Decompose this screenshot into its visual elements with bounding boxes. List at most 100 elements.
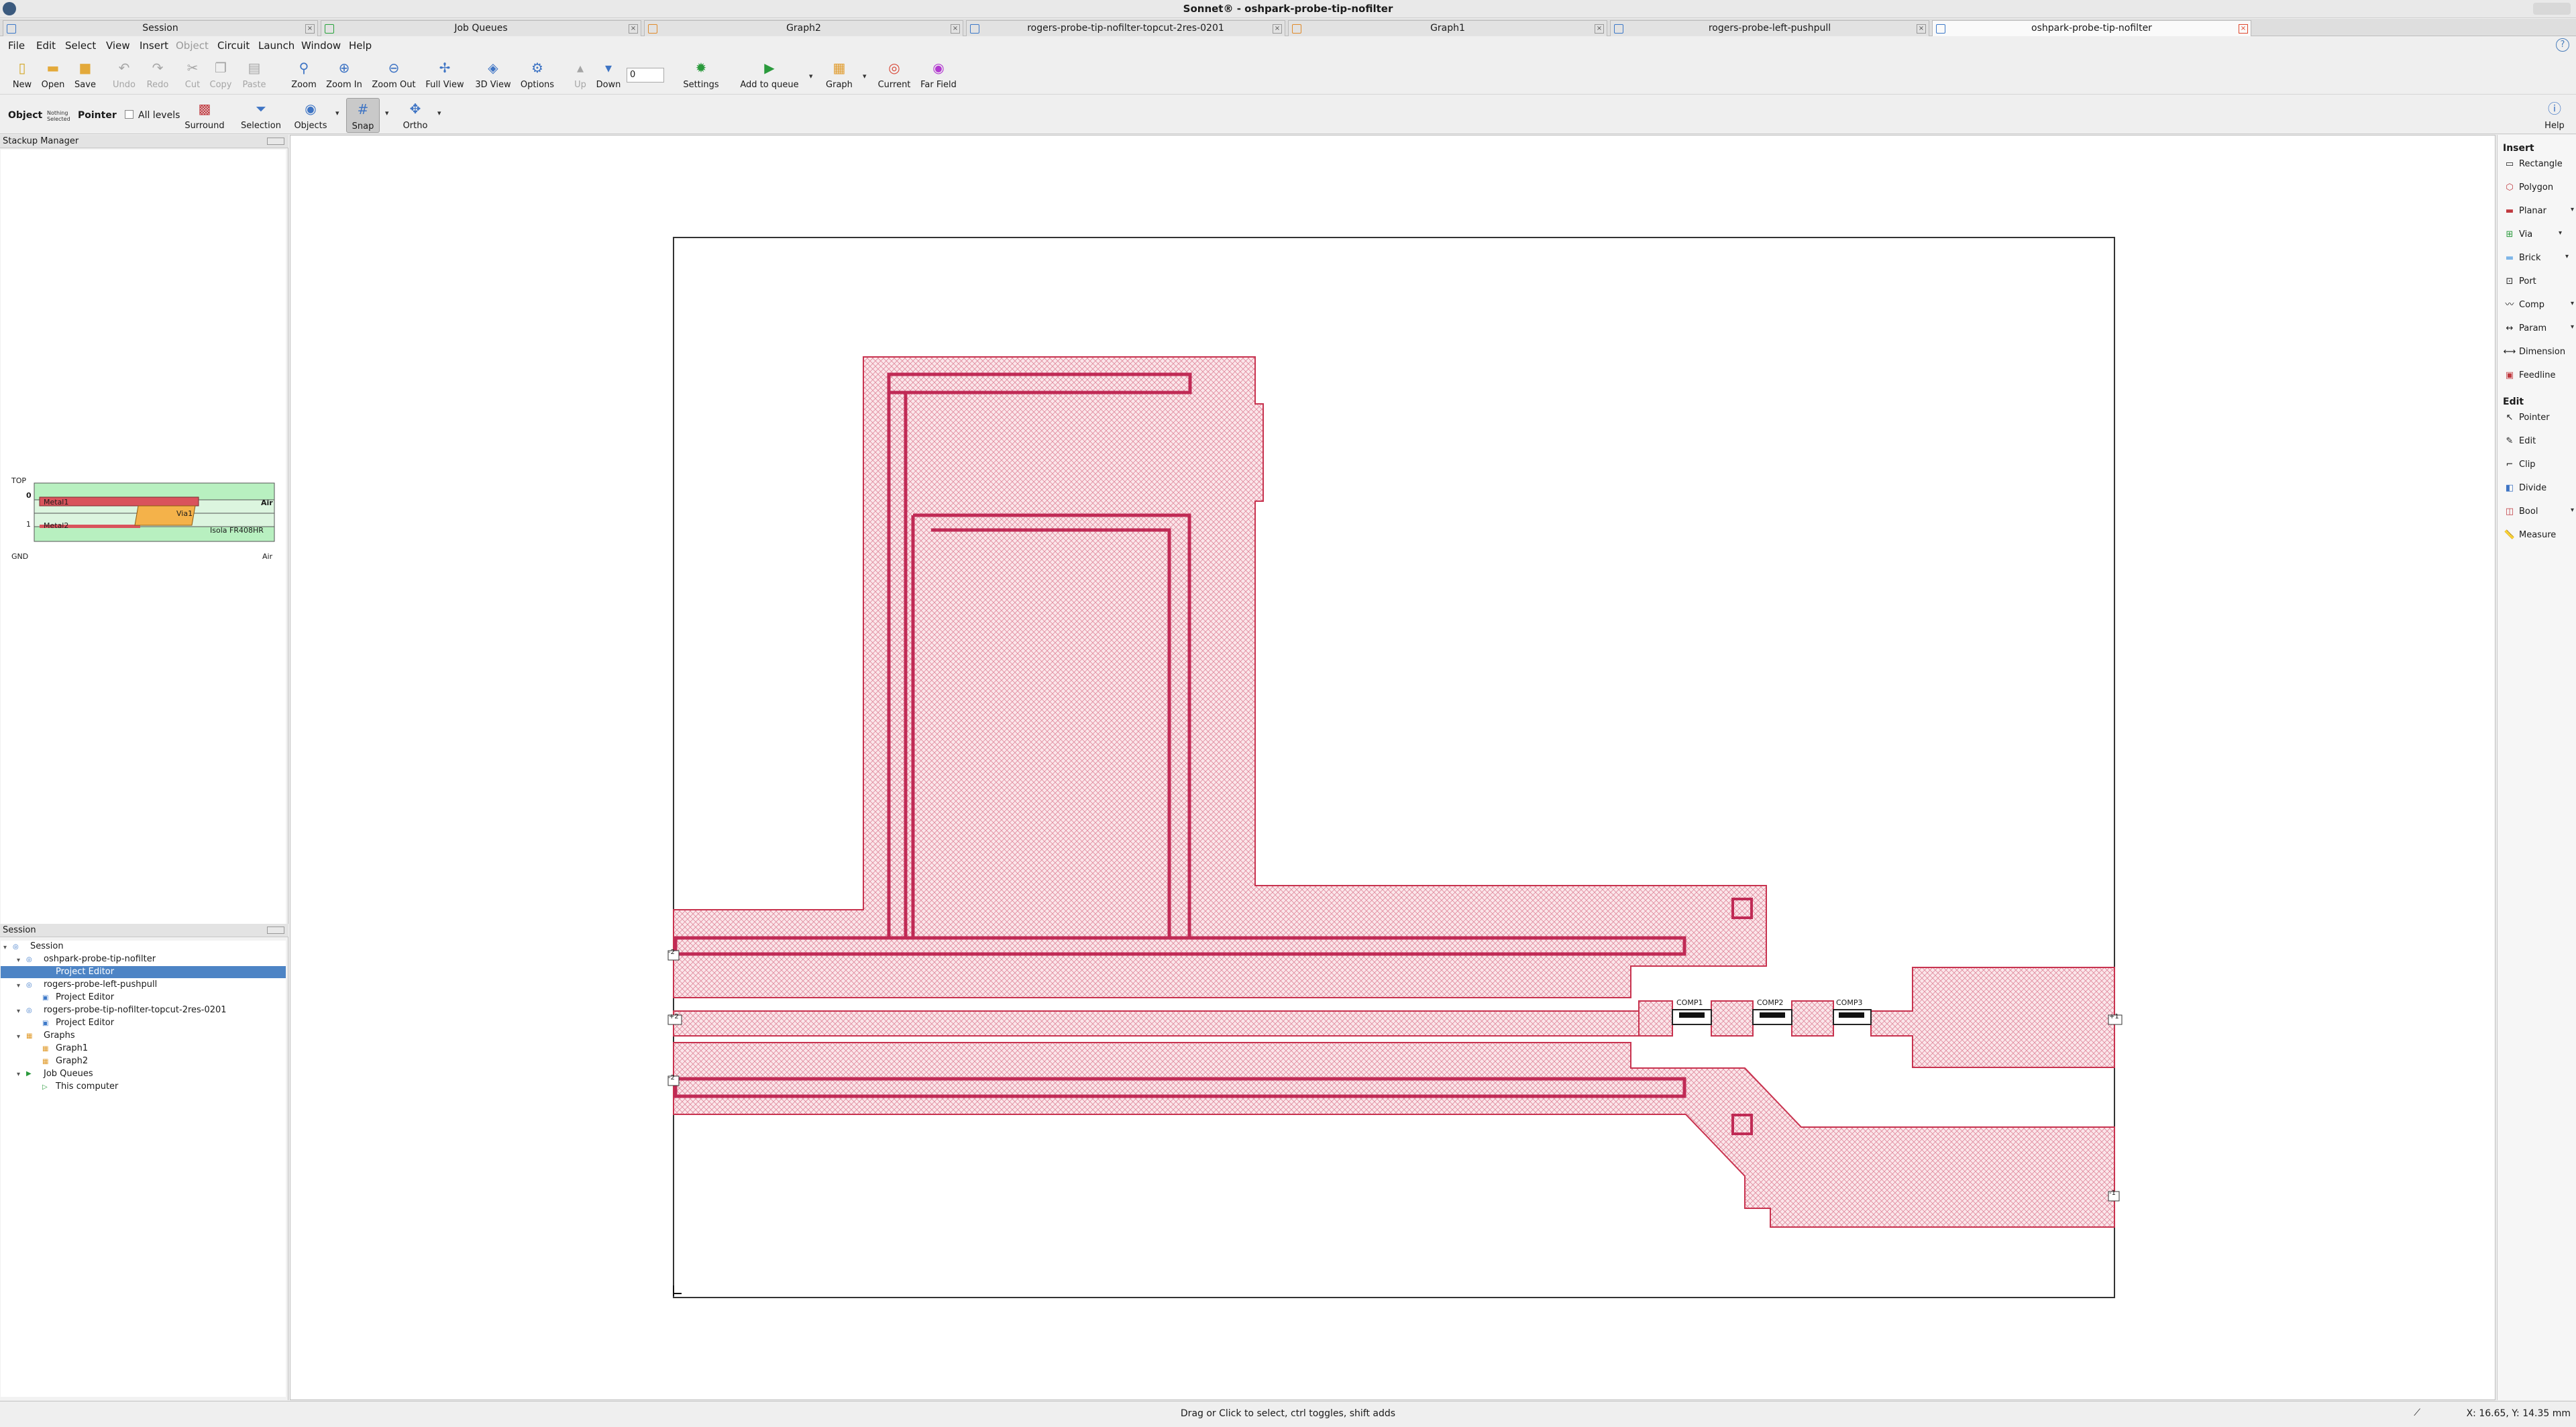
- tab-session[interactable]: Session ×: [3, 20, 318, 36]
- insert-comp[interactable]: 〰 Comp ▾: [2503, 296, 2576, 315]
- close-icon[interactable]: ×: [1273, 24, 1282, 34]
- expand-arrow-icon[interactable]: ▾: [17, 982, 20, 990]
- menu-file[interactable]: File: [8, 40, 25, 52]
- insert-via[interactable]: ⊞ Via ▾: [2503, 225, 2576, 244]
- layout-editor-canvas[interactable]: -2 +2 -2 +1 -1 COMP1 COMP2 COMP3: [290, 135, 2496, 1400]
- insert-brick[interactable]: ▬ Brick ▾: [2503, 249, 2576, 268]
- pointer-mode-label[interactable]: Pointer: [78, 110, 117, 121]
- edit-divide[interactable]: ◧ Divide: [2503, 479, 2576, 498]
- close-icon[interactable]: ×: [305, 24, 315, 34]
- objects-button[interactable]: ◉ Objects: [287, 98, 334, 133]
- edit-clip[interactable]: ⌐ Clip: [2503, 456, 2576, 474]
- close-icon[interactable]: ×: [951, 24, 960, 34]
- edit-measure[interactable]: 📏 Measure: [2503, 526, 2576, 545]
- window-controls[interactable]: [2533, 3, 2571, 15]
- tree-session-root[interactable]: Session: [30, 941, 64, 953]
- tab-rogers-pushpull[interactable]: rogers-probe-left-pushpull ×: [1610, 20, 1929, 36]
- expand-arrow-icon[interactable]: ▾: [17, 1033, 20, 1041]
- insert-planar[interactable]: ▬ Planar ▾: [2503, 202, 2576, 221]
- menu-edit[interactable]: Edit: [36, 40, 56, 52]
- edit-pointer[interactable]: ↖ Pointer: [2503, 409, 2576, 427]
- menu-launch[interactable]: Launch: [258, 40, 294, 52]
- insert-rectangle[interactable]: ▭ Rectangle: [2503, 155, 2576, 174]
- menu-bar: File Edit Select View Insert Object Circ…: [0, 37, 2576, 54]
- menu-help[interactable]: Help: [349, 40, 372, 52]
- chevron-down-icon[interactable]: ▾: [2565, 253, 2569, 260]
- tab-graph2[interactable]: Graph2 ×: [644, 20, 963, 36]
- menu-object[interactable]: Object: [176, 40, 209, 52]
- edit-bool[interactable]: ◫ Bool ▾: [2503, 503, 2576, 521]
- help-icon[interactable]: ?: [2556, 38, 2569, 52]
- graph-folder-icon: ▦: [26, 1033, 33, 1040]
- tree-project-oshpark[interactable]: oshpark-probe-tip-nofilter: [44, 953, 156, 965]
- close-icon[interactable]: ×: [2239, 24, 2248, 34]
- insert-port[interactable]: ⊡ Port: [2503, 272, 2576, 291]
- tab-job-queues[interactable]: Job Queues ×: [321, 20, 641, 36]
- clip-icon: ⌐: [2506, 460, 2514, 470]
- chevron-down-icon[interactable]: ▾: [2571, 507, 2574, 514]
- surround-button[interactable]: ▩ Surround: [181, 98, 228, 133]
- stackup-manager-title: Stackup Manager: [3, 136, 79, 146]
- tree-project-editor[interactable]: Project Editor: [56, 992, 114, 1004]
- tree-project-editor-selected[interactable]: Project Editor: [1, 966, 286, 978]
- clip-label: Clip: [2519, 460, 2536, 470]
- tree-job-queues[interactable]: Job Queues: [44, 1068, 93, 1080]
- session-icon: ◎: [13, 943, 19, 951]
- menu-view[interactable]: View: [106, 40, 130, 52]
- tree-project-rogers-topcut[interactable]: rogers-probe-tip-nofilter-topcut-2res-02…: [44, 1004, 227, 1016]
- tree-graph1[interactable]: Graph1: [56, 1043, 88, 1055]
- settings-button[interactable]: ✹ Settings: [678, 57, 724, 92]
- ortho-button[interactable]: ✥ Ortho: [392, 98, 439, 133]
- brick-icon: ▬: [2505, 253, 2514, 263]
- menu-circuit[interactable]: Circuit: [217, 40, 250, 52]
- snap-toggle[interactable]: # Snap: [346, 98, 380, 133]
- objects-dropdown-icon[interactable]: ▾: [335, 109, 339, 117]
- edit-edit[interactable]: ✎ Edit: [2503, 432, 2576, 451]
- divide-label: Divide: [2519, 483, 2547, 493]
- metal1-label: Metal1: [44, 498, 69, 507]
- expand-arrow-icon[interactable]: ▾: [17, 1008, 20, 1015]
- expand-arrow-icon[interactable]: ▾: [17, 1071, 20, 1078]
- far-field-button[interactable]: ◉ Far Field: [915, 57, 962, 92]
- tree-graphs[interactable]: Graphs: [44, 1030, 75, 1042]
- chevron-down-icon[interactable]: ▾: [2571, 206, 2574, 213]
- tree-project-rogers-pushpull[interactable]: rogers-probe-left-pushpull: [44, 979, 157, 991]
- chevron-down-icon[interactable]: ▾: [2571, 300, 2574, 307]
- expand-arrow-icon[interactable]: ▾: [3, 944, 7, 951]
- close-icon[interactable]: ×: [629, 24, 638, 34]
- paste-icon: ▤: [248, 60, 261, 76]
- close-icon[interactable]: ×: [1595, 24, 1604, 34]
- menu-window[interactable]: Window: [301, 40, 341, 52]
- ortho-dropdown-icon[interactable]: ▾: [437, 109, 441, 117]
- chevron-down-icon[interactable]: ▾: [2571, 323, 2574, 331]
- all-levels-checkbox[interactable]: [125, 110, 133, 119]
- tree-graph2[interactable]: Graph2: [56, 1055, 88, 1067]
- panel-float-close-icon[interactable]: [267, 138, 284, 145]
- tab-rogers-topcut[interactable]: rogers-probe-tip-nofilter-topcut-2res-02…: [966, 20, 1285, 36]
- level-gnd-label: GND: [11, 552, 29, 561]
- insert-polygon[interactable]: ⬡ Polygon: [2503, 178, 2576, 197]
- insert-feedline[interactable]: ▣ Feedline: [2503, 366, 2576, 385]
- menu-insert[interactable]: Insert: [140, 40, 168, 52]
- down-button[interactable]: ▾ Down: [585, 57, 632, 92]
- snap-dropdown-icon[interactable]: ▾: [385, 109, 389, 117]
- circuit-layout[interactable]: [290, 136, 2496, 1401]
- chevron-down-icon[interactable]: ▾: [2559, 229, 2562, 237]
- tab-oshpark-nofilter[interactable]: oshpark-probe-tip-nofilter ×: [1932, 20, 2251, 36]
- graph-button[interactable]: ▦ Graph: [816, 57, 863, 92]
- session-panel-title: Session: [3, 925, 36, 935]
- close-icon[interactable]: ×: [1917, 24, 1926, 34]
- undo-icon: ↶: [118, 60, 130, 76]
- tab-graph1[interactable]: Graph1 ×: [1288, 20, 1607, 36]
- tree-this-computer[interactable]: This computer: [56, 1081, 118, 1093]
- insert-param[interactable]: ↔ Param ▾: [2503, 319, 2576, 338]
- tree-project-editor[interactable]: Project Editor: [56, 1017, 114, 1029]
- pad-1: [1638, 1000, 1673, 1037]
- insert-dimension[interactable]: ⟷ Dimension: [2503, 343, 2576, 362]
- add-to-queue-button[interactable]: ▶ Add to queue: [740, 57, 798, 92]
- help-button[interactable]: ⓘ Help: [2534, 98, 2575, 133]
- level-spinbox[interactable]: 0: [627, 68, 664, 83]
- panel-float-close-icon[interactable]: [267, 927, 284, 934]
- menu-select[interactable]: Select: [65, 40, 96, 52]
- expand-arrow-icon[interactable]: ▾: [17, 957, 20, 964]
